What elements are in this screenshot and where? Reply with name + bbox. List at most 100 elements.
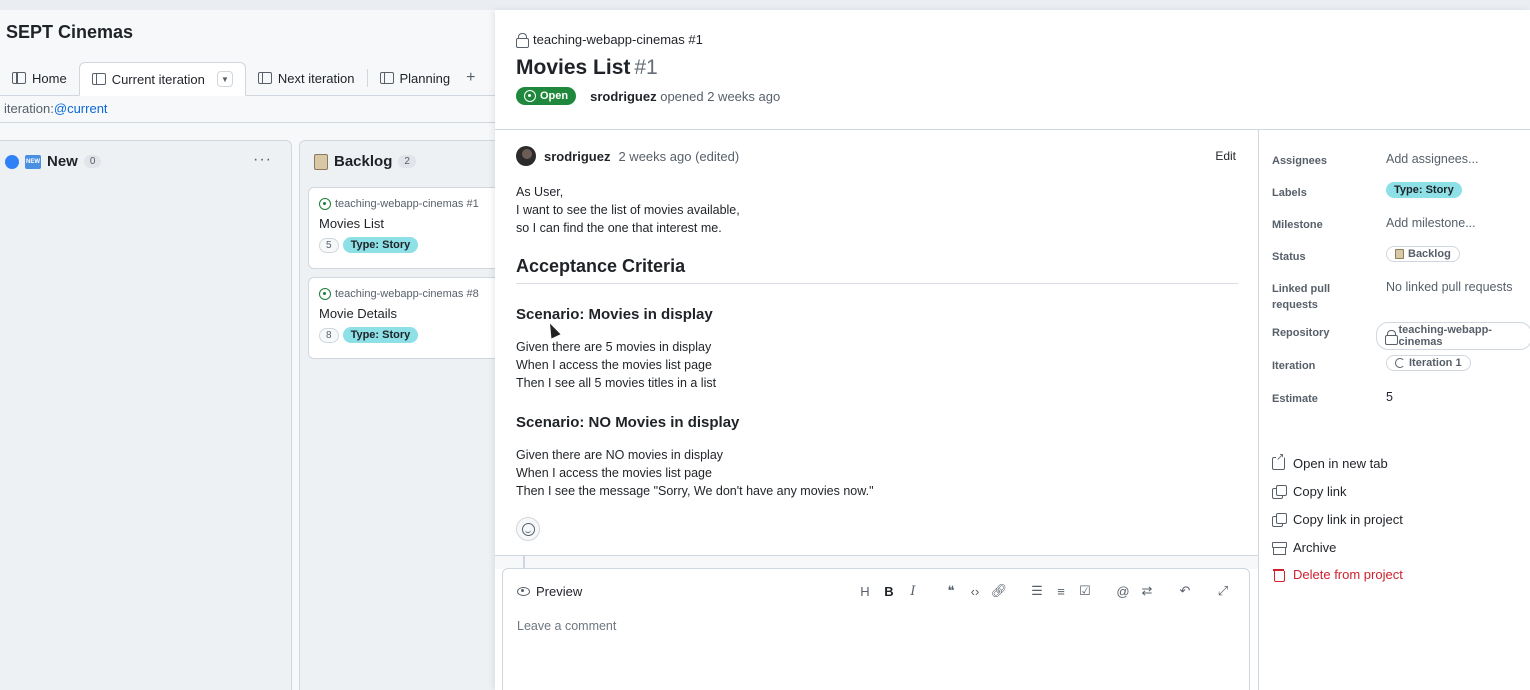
header-divider — [495, 129, 1530, 130]
archive-button[interactable]: Archive — [1272, 533, 1530, 561]
add-milestone-button[interactable]: Add milestone... — [1386, 214, 1476, 230]
field-label: Assignees — [1272, 155, 1328, 167]
tab-planning[interactable]: Planning — [368, 61, 463, 95]
card-repo-label: teaching-webapp-cinemas #8 — [335, 288, 479, 300]
label-badge[interactable]: Type: Story — [1386, 182, 1462, 198]
issue-title: Movies List #1 — [516, 56, 658, 80]
status-badge: Open — [516, 87, 577, 105]
field-repository: Repository teaching-webapp-cinemas — [1272, 322, 1530, 355]
status-token[interactable]: Backlog — [1386, 246, 1460, 262]
avatar[interactable] — [516, 146, 536, 166]
field-status: Status Backlog — [1272, 246, 1530, 278]
task-list-icon[interactable]: ☑ — [1073, 583, 1097, 599]
external-link-icon — [1272, 452, 1285, 471]
linked-prs-value: No linked pull requests — [1386, 280, 1513, 294]
editor-header: Preview H B I ❝ ‹› 🔗︎ ☰ ≡ ☑ @ ⇄ ↶ ⤢ — [503, 569, 1249, 613]
column-header: Backlog 2 — [314, 153, 416, 170]
iteration-value: Iteration 1 — [1409, 357, 1462, 369]
comment-time: 2 weeks ago (edited) — [618, 148, 740, 164]
issue-side-panel: teaching-webapp-cinemas #1 Movies List #1… — [495, 10, 1530, 690]
issue-repo-link[interactable]: teaching-webapp-cinemas #1 — [516, 32, 703, 48]
issue-author-link[interactable]: srodriguez — [590, 89, 656, 104]
top-strip — [0, 0, 1530, 10]
mention-icon[interactable]: @ — [1111, 584, 1135, 599]
tab-next-iteration[interactable]: Next iteration — [246, 61, 367, 95]
heading-button[interactable]: H — [853, 584, 877, 599]
body-line: When I access the movies list page — [516, 358, 712, 372]
acceptance-criteria-heading: Acceptance Criteria — [516, 257, 1238, 284]
field-milestone: Milestone Add milestone... — [1272, 214, 1530, 246]
column-new: NEW New 0 ··· — [0, 140, 292, 690]
code-icon[interactable]: ‹› — [963, 584, 987, 599]
archive-icon — [1272, 541, 1287, 555]
field-label: Linked pull requests — [1272, 283, 1331, 311]
comment-author-link[interactable]: srodriguez — [544, 149, 610, 164]
label-badge: Type: Story — [342, 237, 419, 253]
numbered-list-icon[interactable]: ≡ — [1049, 584, 1073, 599]
markdown-toolbar: H B I ❝ ‹› 🔗︎ ☰ ≡ ☑ @ ⇄ ↶ ⤢ — [853, 583, 1235, 599]
bold-button[interactable]: B — [877, 584, 901, 599]
action-label: Copy link — [1293, 484, 1347, 500]
field-linked-prs: Linked pull requests No linked pull requ… — [1272, 278, 1530, 322]
copy-icon — [1272, 512, 1287, 527]
notepad-emoji-icon — [314, 153, 328, 170]
link-icon[interactable]: 🔗︎ — [987, 583, 1011, 599]
issue-repo-label: teaching-webapp-cinemas #1 — [533, 32, 703, 47]
estimate-badge: 8 — [319, 327, 339, 343]
body-line: Then I see all 5 movies titles in a list — [516, 376, 717, 390]
comment-body: As User, I want to see the list of movie… — [516, 183, 1238, 500]
body-line: Given there are 5 movies in display — [516, 340, 712, 354]
tab-current-iteration-label: Current iteration — [111, 71, 205, 87]
tab-home-label: Home — [32, 70, 67, 86]
bulleted-list-icon[interactable]: ☰ — [1025, 583, 1049, 599]
field-label: Milestone — [1272, 219, 1323, 231]
iteration-icon — [1395, 358, 1405, 368]
field-label: Repository — [1272, 327, 1330, 339]
add-view-button[interactable]: + — [462, 61, 479, 95]
repository-token[interactable]: teaching-webapp-cinemas — [1375, 322, 1530, 350]
board-icon — [257, 72, 272, 84]
issue-open-icon — [319, 288, 331, 300]
tab-current-iteration[interactable]: Current iteration ▼ — [78, 62, 246, 96]
estimate-value[interactable]: 5 — [1386, 388, 1393, 404]
field-assignees: Assignees Add assignees... — [1272, 150, 1530, 182]
fullscreen-icon[interactable]: ⤢ — [1211, 583, 1235, 599]
label-badge: Type: Story — [342, 327, 419, 343]
scenario-heading: Scenario: Movies in display — [516, 306, 713, 323]
column-menu-button[interactable]: ··· — [253, 151, 272, 169]
body-line: When I access the movies list page — [516, 466, 712, 480]
comment-editor: Preview H B I ❝ ‹› 🔗︎ ☰ ≡ ☑ @ ⇄ ↶ ⤢ Leav… — [502, 568, 1250, 690]
issue-state-row: Open srodriguez opened 2 weeks ago — [516, 87, 780, 105]
preview-tab[interactable]: Preview — [517, 584, 582, 599]
add-reaction-button[interactable] — [516, 517, 540, 541]
issue-opened-meta: srodriguez opened 2 weeks ago — [590, 89, 780, 104]
field-labels: Labels Type: Story — [1272, 182, 1530, 214]
copy-link-in-project-button[interactable]: Copy link in project — [1272, 506, 1530, 534]
field-label: Estimate — [1272, 393, 1318, 405]
delete-from-project-button[interactable]: Delete from project — [1272, 561, 1530, 589]
action-label: Delete from project — [1293, 567, 1403, 583]
lock-icon — [1384, 329, 1398, 345]
column-name: Backlog — [334, 153, 393, 170]
copy-link-button[interactable]: Copy link — [1272, 478, 1530, 506]
column-count: 2 — [398, 155, 416, 168]
field-iteration: Iteration Iteration 1 — [1272, 355, 1530, 388]
new-emoji-icon: NEW — [25, 154, 41, 169]
iteration-token[interactable]: Iteration 1 — [1386, 355, 1471, 371]
board-icon — [91, 73, 106, 85]
lock-icon — [516, 33, 529, 48]
italic-button[interactable]: I — [901, 584, 925, 599]
estimate-badge: 5 — [319, 237, 339, 253]
action-label: Archive — [1293, 539, 1337, 555]
comment-input[interactable]: Leave a comment — [503, 613, 1249, 639]
card-repo-label: teaching-webapp-cinemas #1 — [335, 198, 479, 210]
reply-icon[interactable]: ↶ — [1173, 583, 1197, 599]
add-assignees-button[interactable]: Add assignees... — [1386, 150, 1478, 166]
quote-icon[interactable]: ❝ — [939, 583, 963, 599]
status-value: Backlog — [1408, 248, 1451, 260]
open-new-tab-button[interactable]: Open in new tab — [1272, 450, 1530, 478]
edit-button[interactable]: Edit — [1215, 149, 1236, 163]
reference-icon[interactable]: ⇄ — [1135, 583, 1159, 599]
view-options-dropdown[interactable]: ▼ — [216, 71, 233, 87]
tab-home[interactable]: Home — [0, 61, 79, 95]
